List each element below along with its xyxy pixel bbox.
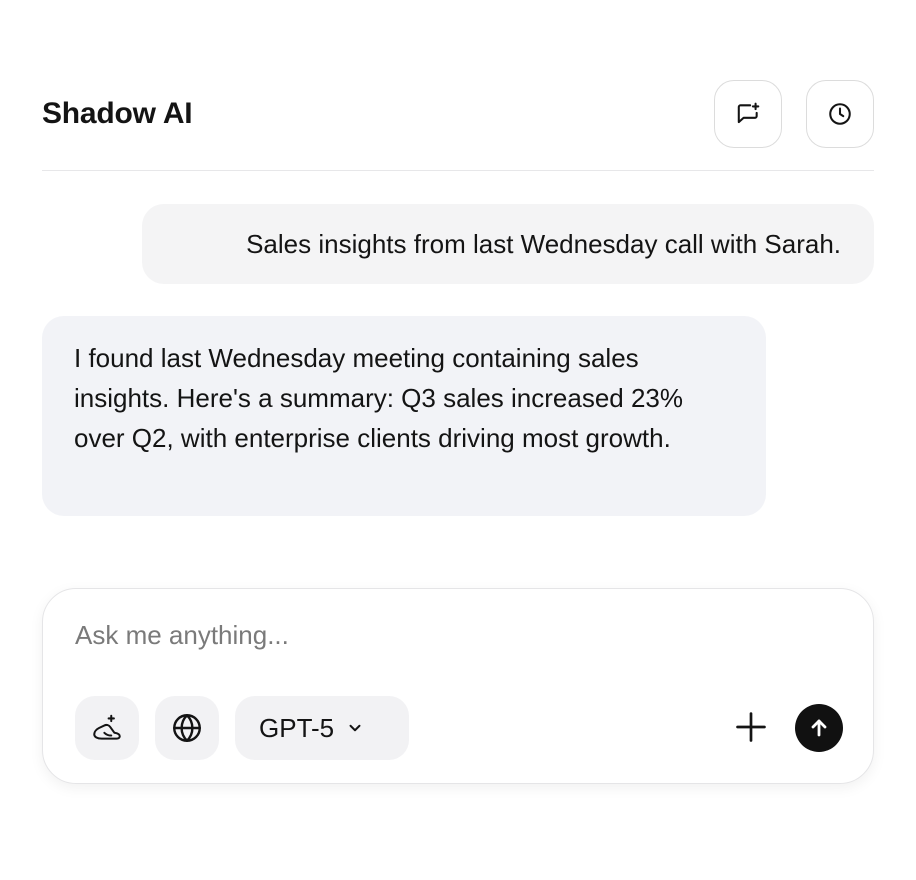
tools-button[interactable]: [75, 696, 139, 760]
history-clock-icon: [829, 103, 851, 125]
magic-hat-icon: [93, 714, 121, 740]
attach-button[interactable]: [729, 705, 773, 749]
composer: GPT-5: [42, 588, 874, 784]
web-search-button[interactable]: [155, 696, 219, 760]
arrow-up-icon: [811, 719, 827, 737]
model-label: GPT-5: [259, 712, 335, 743]
chevron-down-icon: [349, 724, 361, 732]
plus-icon: [736, 712, 766, 742]
assistant-message: I found last Wednesday meeting containin…: [42, 316, 766, 516]
new-chat-button[interactable]: [714, 80, 782, 148]
chat-panel: Shadow AI Sales insights from last Wedne…: [0, 0, 916, 880]
new-chat-icon: [737, 102, 760, 124]
app-title: Shadow AI: [42, 97, 193, 130]
history-button[interactable]: [806, 80, 874, 148]
send-button[interactable]: [795, 704, 843, 752]
user-message: Sales insights from last Wednesday call …: [142, 204, 874, 284]
header-divider: [42, 170, 874, 171]
prompt-input[interactable]: [75, 617, 775, 653]
model-selector[interactable]: GPT-5: [235, 696, 409, 760]
header: Shadow AI: [42, 80, 874, 148]
globe-icon: [173, 714, 201, 742]
